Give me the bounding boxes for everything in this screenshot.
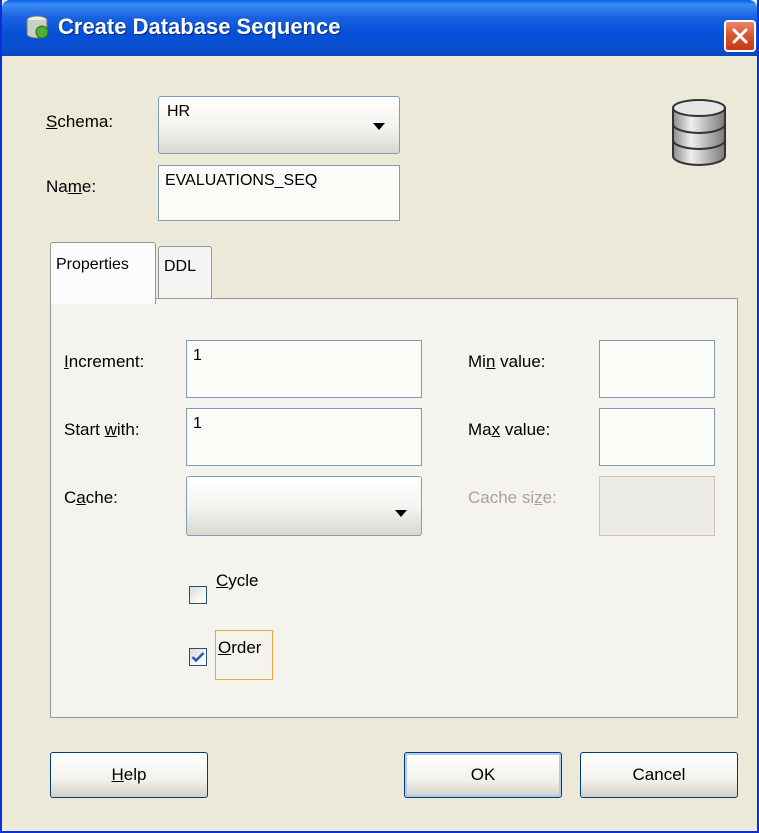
title-bar[interactable]: Create Database Sequence <box>2 0 757 56</box>
close-button[interactable] <box>724 20 756 52</box>
tab-properties-label: Properties <box>56 256 129 273</box>
order-checkbox[interactable] <box>189 648 207 666</box>
cache-dropdown[interactable] <box>186 476 422 536</box>
tab-ddl-label: DDL <box>164 258 197 275</box>
cache-size-field <box>599 476 715 536</box>
create-sequence-dialog: Create Database Sequence Schema: HR Name… <box>0 0 759 833</box>
window-title: Create Database Sequence <box>58 14 341 39</box>
cancel-button[interactable]: Cancel <box>580 752 738 798</box>
checkmark-icon <box>191 652 205 663</box>
close-icon <box>732 28 748 44</box>
min-value-label: Min value: <box>468 352 546 371</box>
schema-label: Schema: <box>46 112 114 131</box>
start-with-label: Start with: <box>64 420 140 439</box>
chevron-down-icon <box>373 123 385 130</box>
max-value-field[interactable] <box>599 408 715 466</box>
order-label[interactable]: Order <box>218 638 261 658</box>
increment-field[interactable]: 1 <box>186 340 422 398</box>
help-button[interactable]: Help <box>50 752 208 798</box>
name-value: EVALUATIONS_SEQ <box>165 172 318 189</box>
start-with-value: 1 <box>193 415 202 432</box>
cache-size-label: Cache size: <box>468 488 557 507</box>
schema-value: HR <box>167 103 191 120</box>
cycle-label[interactable]: Cycle <box>216 571 259 591</box>
tab-properties[interactable]: Properties <box>50 242 156 304</box>
increment-label: Increment: <box>64 352 145 371</box>
name-label: Name: <box>46 177 97 196</box>
schema-dropdown[interactable]: HR <box>158 96 400 154</box>
chevron-down-icon <box>395 510 407 517</box>
sequence-app-icon <box>26 15 49 39</box>
cycle-checkbox[interactable] <box>189 586 207 604</box>
min-value-field[interactable] <box>599 340 715 398</box>
cancel-label: Cancel <box>632 765 686 784</box>
cache-label: Cache: <box>64 488 118 507</box>
name-field[interactable]: EVALUATIONS_SEQ <box>158 165 400 221</box>
start-with-field[interactable]: 1 <box>186 408 422 466</box>
database-icon <box>672 99 726 166</box>
max-value-label: Max value: <box>468 420 551 439</box>
tab-ddl[interactable]: DDL <box>158 246 212 298</box>
increment-value: 1 <box>193 347 202 364</box>
ok-label: OK <box>470 765 496 784</box>
ok-button[interactable]: OK <box>404 752 562 798</box>
